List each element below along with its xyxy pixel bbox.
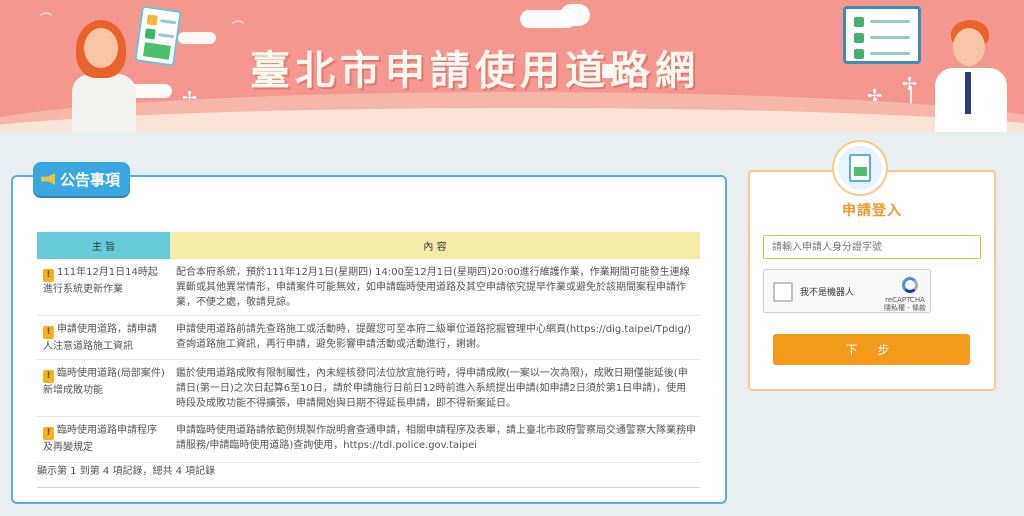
site-title: 臺北市申請使用道路網 xyxy=(250,48,700,94)
bird-icon: ⌒ xyxy=(40,12,53,26)
warning-icon: ! xyxy=(43,269,54,282)
table-row: ! 申請使用道路，請申請人注意道路施工資訊 申請使用道路前請先查路施工或活動時，提… xyxy=(37,315,700,360)
man-illustration xyxy=(925,20,1024,132)
warning-icon: ! xyxy=(43,370,54,383)
recaptcha-widget: 我不是機器人 reCAPTCHA 隱私權 - 條款 xyxy=(763,269,931,313)
woman-illustration xyxy=(60,5,182,132)
recaptcha-label: 我不是機器人 xyxy=(800,288,855,298)
login-badge xyxy=(832,140,888,196)
announcement-content: 申請使用道路前請先查路施工或活動時，提醒您可至本府二級單位道路挖掘管理中心網頁(… xyxy=(170,315,700,360)
announcement-content: 鑑於使用道路成敗有限制屬性，內未經核發同法位放宜施行時，得申請成敗(一案以一次為… xyxy=(170,359,700,417)
subject-text[interactable]: 臨時使用道路(局部案件)新增成敗功能 xyxy=(43,368,165,396)
recaptcha-privacy-link[interactable]: 隱私權 - 條款 xyxy=(884,304,926,312)
id-number-input[interactable] xyxy=(763,235,981,259)
document-icon xyxy=(134,5,182,67)
announcement-subject[interactable]: ! 申請使用道路，請申請人注意道路施工資訊 xyxy=(37,315,170,360)
recaptcha-brand: reCAPTCHA 隱私權 - 條款 xyxy=(884,296,926,312)
column-header-content[interactable]: 內 容 xyxy=(170,232,700,259)
bird-icon: ⌒ xyxy=(232,20,245,34)
header-banner: ⌒ ⌒ 臺北市申請使用道路網 xyxy=(0,0,1024,132)
next-step-button[interactable]: 下 步 xyxy=(773,334,970,365)
table-row: ! 臨時使用道路(局部案件)新增成敗功能 鑑於使用道路成敗有限制屬性，內未經核發同… xyxy=(37,359,700,417)
announcement-subject[interactable]: ! 臨時使用道路(局部案件)新增成敗功能 xyxy=(37,359,170,417)
announcement-subject[interactable]: ! 臨時使用道路申請程序及再變規定 xyxy=(37,416,170,463)
table-row: ! 111年12月1日14時起進行系統更新作業 配合本府系統，預於111年12月1… xyxy=(37,259,700,316)
table-row: ! 臨時使用道路申請程序及再變規定 申請臨時使用道路請依範例規製作說明會查通申請，… xyxy=(37,416,700,463)
announcement-content: 配合本府系統，預於111年12月1日(星期四) 14:00至12月1日(星期四)… xyxy=(170,259,700,316)
divider xyxy=(37,487,700,488)
subject-text[interactable]: 申請使用道路，請申請人注意道路施工資訊 xyxy=(43,324,157,352)
table-header-row: 主 旨 內 容 xyxy=(37,232,700,259)
megaphone-icon xyxy=(41,173,55,185)
subject-text[interactable]: 臨時使用道路申請程序及再變規定 xyxy=(43,425,157,453)
announcement-tab-label: 公告事項 xyxy=(60,170,121,189)
warning-icon: ! xyxy=(43,427,54,440)
announcement-table: 主 旨 內 容 ! 111年12月1日14時起進行系統更新作業 配合本府系統，預於… xyxy=(37,232,700,463)
cloud-decoration xyxy=(560,4,590,26)
checklist-board-icon xyxy=(843,6,921,64)
login-title: 申請登入 xyxy=(842,203,902,219)
announcement-tab: 公告事項 xyxy=(33,162,131,196)
column-header-subject[interactable]: 主 旨 xyxy=(37,232,170,259)
document-icon xyxy=(849,154,871,182)
subject-text[interactable]: 111年12月1日14時起進行系統更新作業 xyxy=(43,267,158,295)
recaptcha-logo-icon xyxy=(902,277,918,293)
announcement-subject[interactable]: ! 111年12月1日14時起進行系統更新作業 xyxy=(37,259,170,316)
announcement-content: 申請臨時使用道路請依範例規製作說明會查通申請，相關申請程序及表單，請上臺北市政府… xyxy=(170,416,700,463)
recaptcha-brand-name: reCAPTCHA xyxy=(885,296,925,304)
recaptcha-checkbox[interactable] xyxy=(773,282,793,302)
cloud-decoration xyxy=(178,32,216,44)
warning-icon: ! xyxy=(43,326,54,339)
pagination-info: 顯示第 1 到第 4 項記錄，總共 4 項記錄 xyxy=(37,466,216,477)
